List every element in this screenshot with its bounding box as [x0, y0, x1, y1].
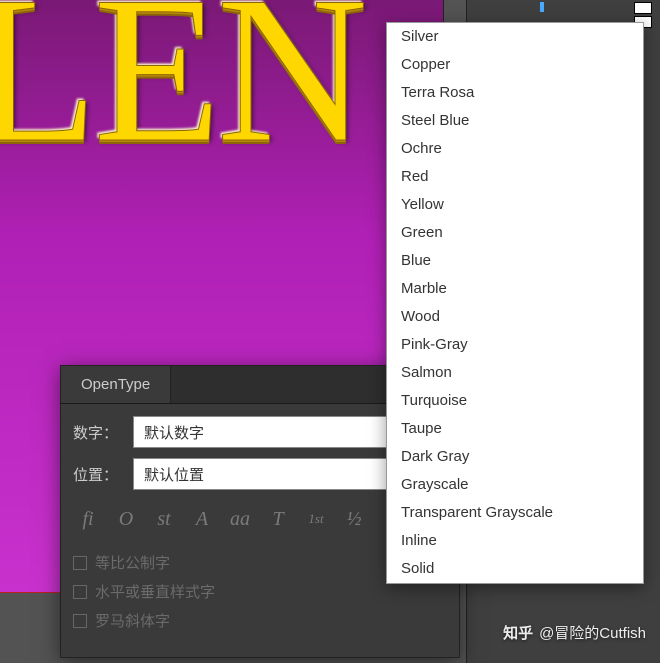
- color-swatch[interactable]: [634, 2, 652, 14]
- indicator-icon: [540, 2, 544, 12]
- dropdown-item[interactable]: Solid: [387, 555, 643, 583]
- ligature-icon[interactable]: fi: [73, 504, 103, 534]
- dropdown-item[interactable]: Silver: [387, 23, 643, 51]
- check-label: 罗马斜体字: [95, 610, 170, 631]
- material-dropdown-menu: SilverCopperTerra RosaSteel BlueOchreRed…: [386, 22, 644, 584]
- check-row-hv-style[interactable]: 水平或垂直样式字: [73, 581, 447, 602]
- dropdown-item[interactable]: Transparent Grayscale: [387, 499, 643, 527]
- check-row-roman-italic[interactable]: 罗马斜体字: [73, 610, 447, 631]
- watermark-text: @冒险的Cutfish: [539, 622, 646, 643]
- dropdown-item[interactable]: Wood: [387, 303, 643, 331]
- check-label: 等比公制字: [95, 552, 170, 573]
- fractions-icon[interactable]: ½: [339, 504, 369, 534]
- zhihu-logo-icon: 知乎: [503, 622, 533, 643]
- check-label: 水平或垂直样式字: [95, 581, 215, 602]
- dropdown-item[interactable]: Ochre: [387, 135, 643, 163]
- dropdown-item[interactable]: Green: [387, 219, 643, 247]
- dropdown-item[interactable]: Copper: [387, 51, 643, 79]
- watermark: 知乎 @冒险的Cutfish: [503, 622, 646, 643]
- dropdown-item[interactable]: Marble: [387, 275, 643, 303]
- dropdown-item[interactable]: Inline: [387, 527, 643, 555]
- dropdown-item[interactable]: Dark Gray: [387, 443, 643, 471]
- dropdown-item[interactable]: Steel Blue: [387, 107, 643, 135]
- titling-icon[interactable]: A: [187, 504, 217, 534]
- contextual-icon[interactable]: aa: [225, 504, 255, 534]
- checkbox-icon[interactable]: [73, 614, 87, 628]
- dropdown-item[interactable]: Taupe: [387, 415, 643, 443]
- dropdown-item[interactable]: Pink-Gray: [387, 331, 643, 359]
- dropdown-item[interactable]: Yellow: [387, 191, 643, 219]
- digits-label: 数字：: [73, 422, 133, 443]
- position-label: 位置：: [73, 464, 133, 485]
- allcaps-icon[interactable]: T: [263, 504, 293, 534]
- dropdown-item[interactable]: Turquoise: [387, 387, 643, 415]
- dropdown-item[interactable]: Blue: [387, 247, 643, 275]
- ordinals-icon[interactable]: 1st: [301, 504, 331, 534]
- tab-opentype[interactable]: OpenType: [61, 366, 171, 403]
- dropdown-item[interactable]: Red: [387, 163, 643, 191]
- dropdown-item[interactable]: Terra Rosa: [387, 79, 643, 107]
- canvas-3d-text: LEN: [0, 0, 363, 191]
- stylistic-icon[interactable]: st: [149, 504, 179, 534]
- dropdown-item[interactable]: Grayscale: [387, 471, 643, 499]
- checkbox-icon[interactable]: [73, 585, 87, 599]
- checkbox-icon[interactable]: [73, 556, 87, 570]
- swash-icon[interactable]: O: [111, 504, 141, 534]
- dropdown-item[interactable]: Salmon: [387, 359, 643, 387]
